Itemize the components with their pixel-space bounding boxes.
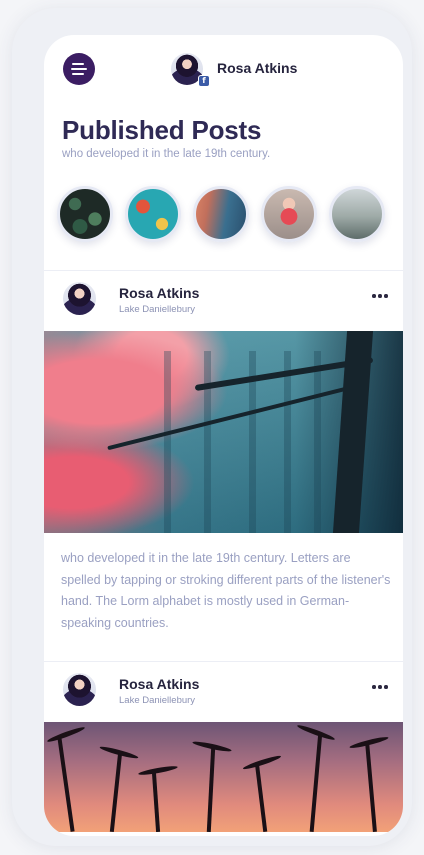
avatar[interactable] [63, 282, 96, 315]
page-subtitle: who developed it in the late 19th centur… [62, 148, 271, 160]
palm-trunk [309, 732, 323, 832]
post-location: Lake Daniellebury [119, 304, 196, 315]
more-dots-icon [372, 685, 376, 689]
fog-tree [164, 351, 171, 533]
dot [378, 294, 382, 298]
facebook-icon: f [198, 75, 210, 87]
more-options-button[interactable] [370, 289, 390, 303]
dot [384, 294, 388, 298]
palm-trunk [57, 737, 75, 832]
post-image[interactable] [44, 722, 403, 832]
divider [44, 661, 403, 662]
post-author[interactable]: Rosa Atkins [119, 676, 199, 692]
app-screen: f Rosa Atkins Published Posts who develo… [44, 35, 403, 836]
menu-button[interactable] [63, 53, 95, 85]
post-text: who developed it in the late 19th centur… [61, 551, 391, 630]
palm-trunk [206, 746, 216, 832]
more-dots-icon [372, 294, 376, 298]
post-location: Lake Daniellebury [119, 695, 196, 706]
dot [384, 685, 388, 689]
story-4[interactable] [261, 186, 317, 242]
palm-trunk [254, 762, 268, 832]
story-3[interactable] [193, 186, 249, 242]
fog-tree [284, 351, 291, 533]
header-user[interactable]: f Rosa Atkins [171, 53, 321, 87]
more-options-button[interactable] [370, 680, 390, 694]
palm-trunk [365, 741, 377, 832]
post-author[interactable]: Rosa Atkins [119, 285, 199, 301]
palm-frond [46, 725, 86, 744]
page-title: Published Posts [62, 115, 262, 145]
story-5[interactable] [329, 186, 385, 242]
palm-trunk [151, 771, 161, 832]
divider [44, 270, 403, 271]
header-user-name: Rosa Atkins [217, 60, 298, 76]
fog-tree [314, 351, 321, 533]
phone-frame: f Rosa Atkins Published Posts who develo… [12, 8, 412, 846]
palm-frond [137, 764, 179, 777]
palm-frond [242, 753, 282, 772]
dot [378, 685, 382, 689]
hamburger-menu-icon [72, 63, 84, 65]
hamburger-line [71, 68, 87, 70]
palm-trunk [109, 752, 123, 832]
post-image[interactable] [44, 331, 403, 533]
stories-row [57, 186, 392, 244]
story-2[interactable] [125, 186, 181, 242]
avatar[interactable] [63, 673, 96, 706]
story-1[interactable] [57, 186, 113, 242]
fog-tree [204, 351, 211, 533]
hamburger-line [72, 73, 84, 75]
palm-frond [296, 723, 336, 742]
